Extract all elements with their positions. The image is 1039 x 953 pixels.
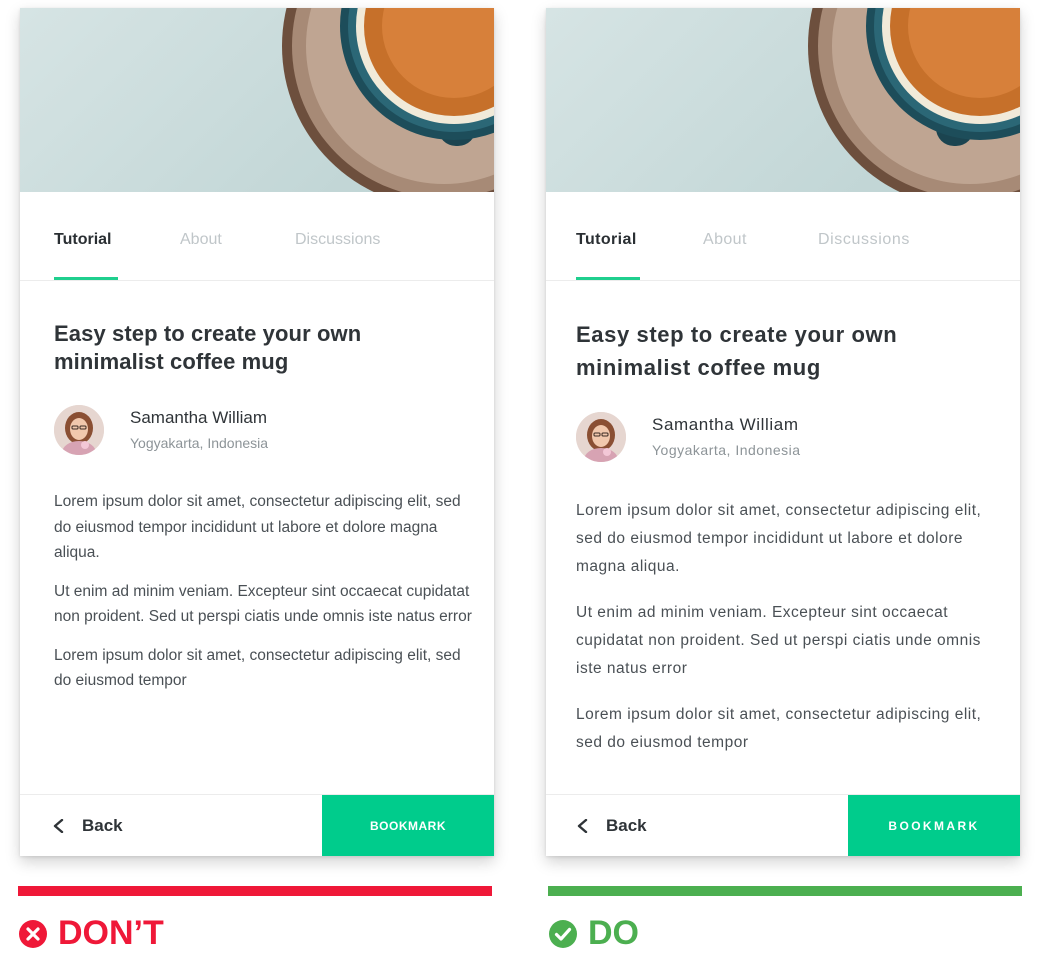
article-title-line2: minimalist coffee mug <box>54 349 289 374</box>
body-paragraph: Lorem ipsum dolor sit amet, consectetur … <box>576 502 982 575</box>
body-paragraph: Ut enim ad minim veniam. Excepteur sint … <box>576 604 981 677</box>
body-paragraph: Lorem ipsum dolor sit amet, consectetur … <box>576 706 982 751</box>
tab-discussions[interactable]: Discussions <box>818 231 910 249</box>
dont-label: DON’T <box>18 914 164 953</box>
do-label-text: DO <box>588 914 639 952</box>
author-name[interactable]: Samantha William <box>652 415 799 435</box>
footer-bar: Back BOOKMARK <box>20 794 494 856</box>
do-example-card: Tutorial About Discussions Easy step to … <box>546 8 1020 856</box>
hero-image-coffee-mug <box>546 8 1020 192</box>
body-paragraph: Ut enim ad minim veniam. Excepteur sint … <box>54 582 472 626</box>
back-button[interactable]: Back <box>52 795 123 856</box>
chevron-left-icon <box>53 818 64 833</box>
article-body: Lorem ipsum dolor sit amet, consectetur … <box>54 489 474 707</box>
dont-example-card: Tutorial About Discussions Easy step to … <box>20 8 494 856</box>
avatar[interactable] <box>576 412 626 462</box>
author-location: Yogyakarta, Indonesia <box>130 435 269 451</box>
tab-bar: Tutorial About Discussions <box>546 192 1020 281</box>
do-indicator-bar <box>548 886 1022 896</box>
check-circle-icon <box>549 919 577 948</box>
author-name[interactable]: Samantha William <box>130 408 267 428</box>
author-location: Yogyakarta, Indonesia <box>652 442 801 458</box>
body-paragraph: Lorem ipsum dolor sit amet, consectetur … <box>54 493 461 561</box>
chevron-left-icon <box>577 818 588 833</box>
x-circle-icon <box>19 919 47 948</box>
tab-discussions[interactable]: Discussions <box>295 231 380 249</box>
article-title-line1: Easy step to create your own <box>54 321 362 346</box>
hero-image-coffee-mug <box>20 8 494 192</box>
back-label: Back <box>82 815 123 835</box>
back-label: Back <box>606 815 647 835</box>
bookmark-button[interactable]: BOOKMARK <box>322 795 494 856</box>
tab-bar: Tutorial About Discussions <box>20 192 494 281</box>
tab-about[interactable]: About <box>180 231 222 249</box>
active-tab-indicator <box>576 277 640 280</box>
avatar-portrait-icon <box>576 412 626 462</box>
do-label: DO <box>548 914 639 953</box>
article-title: Easy step to create your own minimalist … <box>54 320 454 376</box>
coffee-cup-illustration <box>282 8 494 192</box>
article-title: Easy step to create your own minimalist … <box>576 318 976 384</box>
bookmark-button[interactable]: BOOKMARK <box>848 795 1020 856</box>
article-title-line2: minimalist coffee mug <box>576 355 821 380</box>
tab-about[interactable]: About <box>703 231 747 249</box>
tab-tutorial[interactable]: Tutorial <box>54 231 111 249</box>
dont-label-text: DON’T <box>58 914 164 952</box>
back-button[interactable]: Back <box>576 795 647 856</box>
avatar[interactable] <box>54 405 104 455</box>
active-tab-indicator <box>54 277 118 280</box>
coffee-cup-illustration <box>808 8 1020 192</box>
dont-indicator-bar <box>18 886 492 896</box>
body-paragraph: Lorem ipsum dolor sit amet, consectetur … <box>54 646 461 690</box>
tab-tutorial[interactable]: Tutorial <box>576 231 637 249</box>
avatar-portrait-icon <box>54 405 104 455</box>
article-title-line1: Easy step to create your own <box>576 322 898 347</box>
article-body: Lorem ipsum dolor sit amet, consectetur … <box>576 497 996 775</box>
footer-bar: Back BOOKMARK <box>546 794 1020 856</box>
